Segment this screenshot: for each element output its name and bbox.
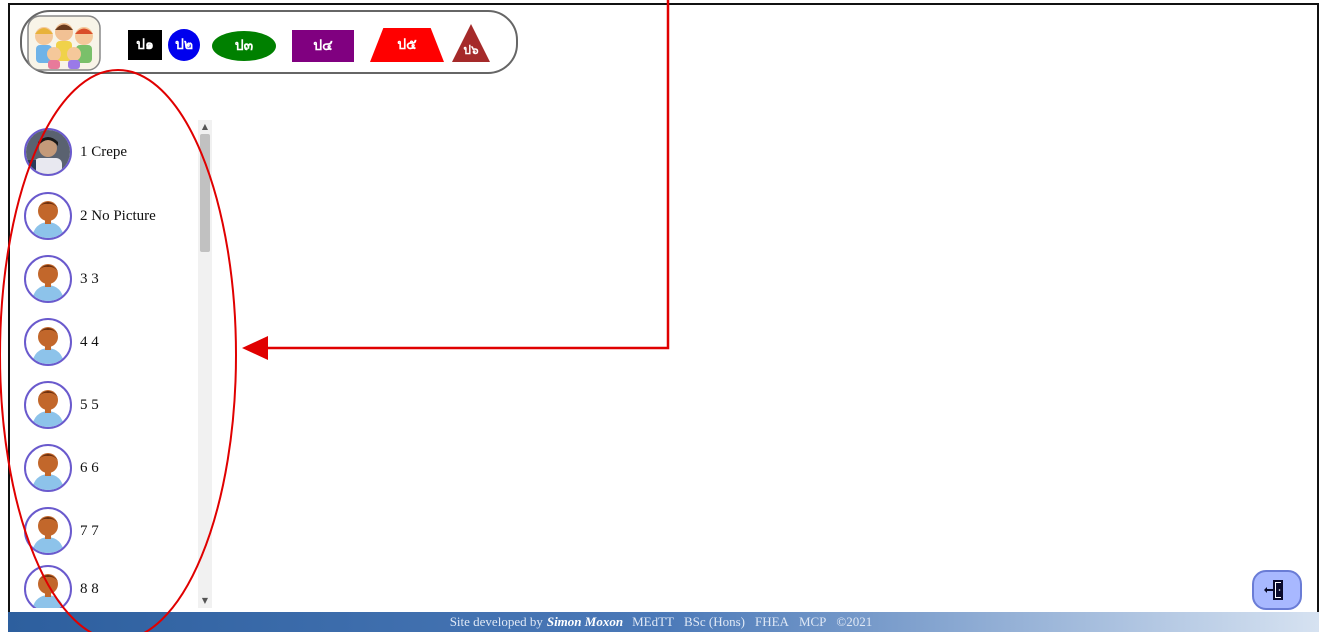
- footer-credential: MEdTT: [632, 614, 674, 629]
- student-photo-avatar: [24, 128, 72, 176]
- student-list-scrollbar[interactable]: ▲ ▼: [198, 120, 212, 608]
- student-list[interactable]: 1 Crepe 2 No Picture 3 3 4 4 5 5 6 6 7 7…: [18, 120, 210, 608]
- level-5-label: ป๕: [397, 37, 417, 53]
- footer-credential: MCP: [798, 614, 827, 629]
- default-boy-avatar: [24, 381, 72, 429]
- student-name: 6 6: [80, 459, 99, 476]
- default-boy-avatar: [24, 507, 72, 555]
- student-name: 8 8: [80, 580, 99, 597]
- scroll-down-arrow-icon[interactable]: ▼: [200, 596, 210, 606]
- student-name: 7 7: [80, 522, 99, 539]
- default-boy-avatar: [24, 318, 72, 366]
- student-item-3[interactable]: 3 3: [24, 251, 194, 307]
- student-name: 3 3: [80, 270, 99, 287]
- default-boy-avatar: [24, 444, 72, 492]
- footer-credential: BSc (Hons): [683, 614, 745, 629]
- student-name: 2 No Picture: [80, 207, 156, 224]
- default-boy-avatar: [24, 565, 72, 608]
- student-name: 5 5: [80, 396, 99, 413]
- exit-door-icon: [1264, 580, 1283, 600]
- level-3-label: ป๓: [234, 38, 254, 54]
- student-item-6[interactable]: 6 6: [24, 440, 194, 496]
- default-boy-avatar: [24, 192, 72, 240]
- student-name: 1 Crepe: [80, 143, 128, 160]
- exit-button[interactable]: [1252, 570, 1302, 610]
- student-item-2[interactable]: 2 No Picture: [24, 188, 194, 244]
- student-item-4[interactable]: 4 4: [24, 314, 194, 370]
- student-item-1[interactable]: 1 Crepe: [24, 124, 194, 180]
- level-1-button[interactable]: ป๑: [128, 30, 162, 60]
- level-4-label: ป๔: [313, 38, 333, 54]
- student-item-8[interactable]: 8 8: [24, 561, 194, 608]
- footer-prefix: Site developed by: [449, 614, 543, 629]
- level-5-button[interactable]: ป๕: [370, 28, 444, 62]
- default-boy-avatar: [24, 255, 72, 303]
- level-6-button[interactable]: ป๖: [452, 24, 490, 62]
- footer-credential: ©2021: [836, 614, 873, 629]
- student-name: 4 4: [80, 333, 99, 350]
- student-item-7[interactable]: 7 7: [24, 503, 194, 559]
- scroll-up-arrow-icon[interactable]: ▲: [200, 122, 210, 132]
- level-3-button[interactable]: ป๓: [212, 31, 276, 61]
- level-2-button[interactable]: ป๒: [168, 29, 200, 61]
- level-toolbar: ป๑ ป๒ ป๓ ป๔ ป๕ ป๖: [20, 10, 518, 74]
- level-1-label: ป๑: [136, 37, 154, 53]
- footer-author: Simon Moxon: [546, 614, 624, 629]
- student-item-5[interactable]: 5 5: [24, 377, 194, 433]
- level-2-label: ป๒: [174, 37, 194, 53]
- scrollbar-thumb[interactable]: [200, 134, 210, 252]
- level-6-label: ป๖: [463, 43, 479, 57]
- children-group-logo[interactable]: [26, 14, 102, 72]
- footer-credential: FHEA: [755, 614, 789, 629]
- level-4-button[interactable]: ป๔: [292, 30, 354, 62]
- footer-credits: Site developed by Simon Moxon MEdTT BSc …: [8, 612, 1319, 632]
